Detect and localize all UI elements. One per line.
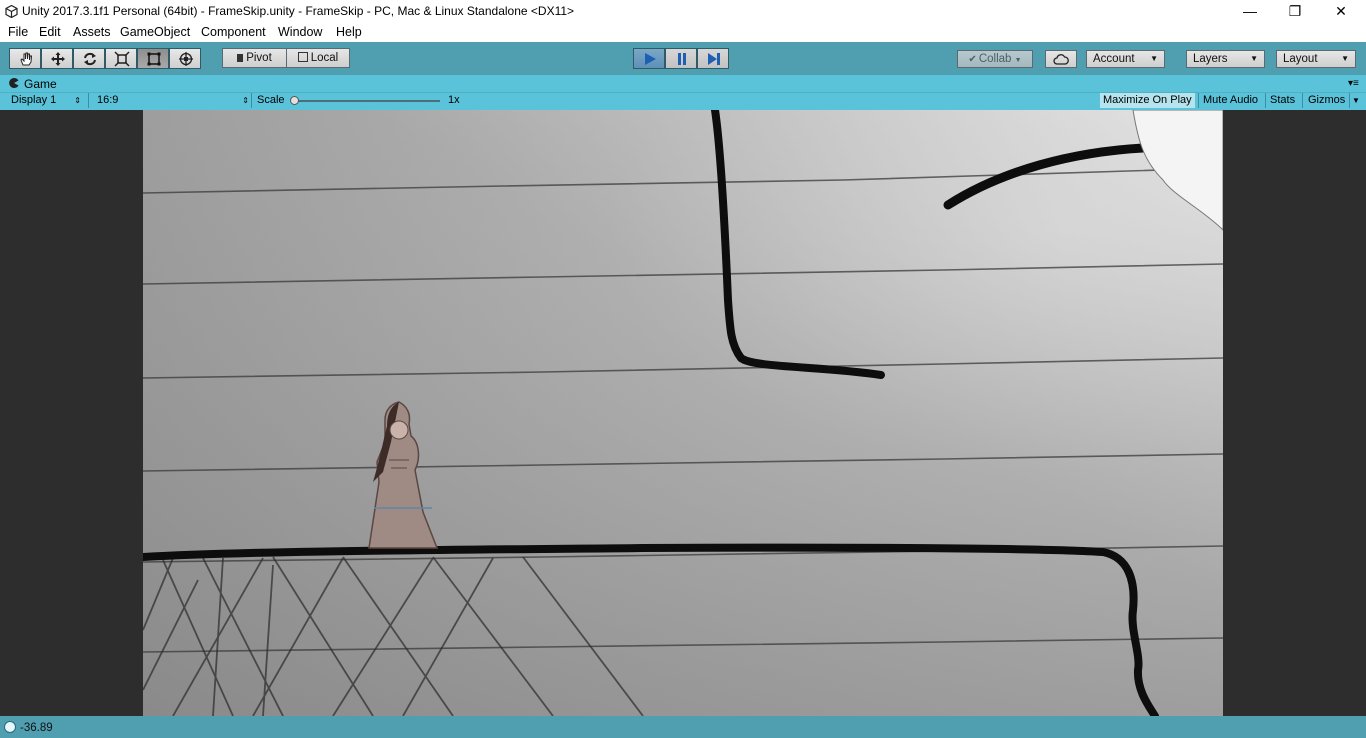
window-title: Unity 2017.3.1f1 Personal (64bit) - Fram… bbox=[22, 4, 575, 18]
divider bbox=[1302, 93, 1303, 108]
account-label: Account bbox=[1093, 53, 1135, 65]
menu-component[interactable]: Component bbox=[201, 25, 266, 39]
game-scene bbox=[143, 110, 1223, 716]
pause-button[interactable] bbox=[665, 48, 697, 69]
move-tool-button[interactable] bbox=[41, 48, 73, 69]
pivot-icon bbox=[237, 54, 244, 62]
display-dropdown[interactable]: Display 1 ⇕ bbox=[11, 93, 85, 108]
move-icon bbox=[51, 52, 65, 66]
chevron-down-icon: ▼ bbox=[1250, 54, 1258, 63]
play-button[interactable] bbox=[633, 48, 665, 69]
rect-icon bbox=[147, 52, 161, 66]
menu-assets[interactable]: Assets bbox=[73, 25, 111, 39]
local-label: Local bbox=[310, 52, 339, 64]
stats-toggle[interactable]: Stats bbox=[1267, 93, 1298, 108]
play-icon bbox=[645, 53, 656, 65]
layout-label: Layout bbox=[1283, 53, 1318, 65]
chevron-down-icon: ▼ bbox=[1150, 54, 1158, 63]
minimize-button[interactable]: — bbox=[1227, 0, 1273, 23]
updown-icon: ⇕ bbox=[242, 96, 249, 105]
collab-dropdown[interactable]: ✔ Collab ▼ bbox=[957, 50, 1033, 68]
chevron-down-icon: ▼ bbox=[1341, 54, 1349, 63]
hand-icon bbox=[20, 52, 33, 66]
check-icon: ✔ bbox=[968, 54, 977, 65]
transform-icon bbox=[179, 52, 193, 66]
layout-dropdown[interactable]: Layout ▼ bbox=[1276, 50, 1356, 68]
gizmos-dropdown-arrow[interactable]: ▼ bbox=[1352, 93, 1360, 108]
rect-tool-button[interactable] bbox=[137, 48, 169, 69]
aspect-label: 16:9 bbox=[97, 94, 119, 106]
display-label: Display 1 bbox=[11, 94, 57, 106]
menu-gameobject[interactable]: GameObject bbox=[120, 25, 190, 39]
tab-game[interactable]: Game bbox=[4, 76, 64, 92]
scale-icon bbox=[114, 51, 130, 67]
pivot-label: Pivot bbox=[246, 52, 272, 64]
menu-help[interactable]: Help bbox=[336, 25, 362, 39]
pause-icon bbox=[678, 53, 686, 65]
mute-audio-toggle[interactable]: Mute Audio bbox=[1200, 93, 1261, 108]
menu-file[interactable]: File bbox=[8, 25, 28, 39]
tab-menu-icon[interactable]: ▾≡ bbox=[1348, 78, 1359, 89]
close-button[interactable]: ✕ bbox=[1318, 0, 1364, 23]
layers-dropdown[interactable]: Layers ▼ bbox=[1186, 50, 1265, 68]
scale-tool-button[interactable] bbox=[105, 48, 137, 69]
rotate-tool-button[interactable] bbox=[73, 48, 105, 69]
unity-logo-icon bbox=[5, 5, 18, 18]
divider bbox=[1349, 93, 1350, 108]
divider bbox=[1265, 93, 1266, 108]
menu-edit[interactable]: Edit bbox=[39, 25, 61, 39]
account-dropdown[interactable]: Account ▼ bbox=[1086, 50, 1165, 68]
step-icon bbox=[708, 53, 720, 65]
updown-icon: ⇕ bbox=[74, 96, 81, 105]
hand-tool-button[interactable] bbox=[9, 48, 41, 69]
cloud-icon bbox=[1053, 54, 1069, 65]
pivot-toggle[interactable]: Pivot bbox=[222, 48, 287, 68]
scale-slider-track[interactable] bbox=[295, 100, 440, 102]
info-icon bbox=[4, 721, 16, 733]
layers-label: Layers bbox=[1193, 53, 1228, 65]
scale-label: Scale bbox=[257, 94, 285, 106]
status-message[interactable]: -36.89 bbox=[20, 722, 53, 734]
tab-bar bbox=[0, 75, 1366, 92]
scale-slider-thumb[interactable] bbox=[290, 96, 299, 105]
collab-label: Collab bbox=[978, 53, 1012, 65]
rotate-icon bbox=[84, 52, 96, 66]
transform-tool-button[interactable] bbox=[169, 48, 201, 69]
cloud-button[interactable] bbox=[1045, 50, 1077, 68]
local-toggle[interactable]: Local bbox=[286, 48, 350, 68]
pacman-icon bbox=[9, 78, 19, 88]
divider bbox=[88, 93, 89, 108]
maximize-on-play-toggle[interactable]: Maximize On Play bbox=[1100, 93, 1195, 108]
gizmos-toggle[interactable]: Gizmos bbox=[1305, 93, 1348, 108]
game-render[interactable] bbox=[143, 110, 1223, 716]
tab-game-label: Game bbox=[24, 77, 57, 91]
divider bbox=[1198, 93, 1199, 108]
cube-icon bbox=[297, 52, 308, 62]
scale-value: 1x bbox=[448, 94, 460, 106]
menu-window[interactable]: Window bbox=[278, 25, 322, 39]
divider bbox=[251, 93, 252, 108]
chevron-down-icon: ▼ bbox=[1014, 57, 1022, 64]
maximize-button[interactable]: ❐ bbox=[1272, 0, 1318, 23]
status-bar bbox=[0, 716, 1366, 738]
step-button[interactable] bbox=[697, 48, 729, 69]
aspect-dropdown[interactable]: 16:9 ⇕ bbox=[97, 93, 249, 108]
